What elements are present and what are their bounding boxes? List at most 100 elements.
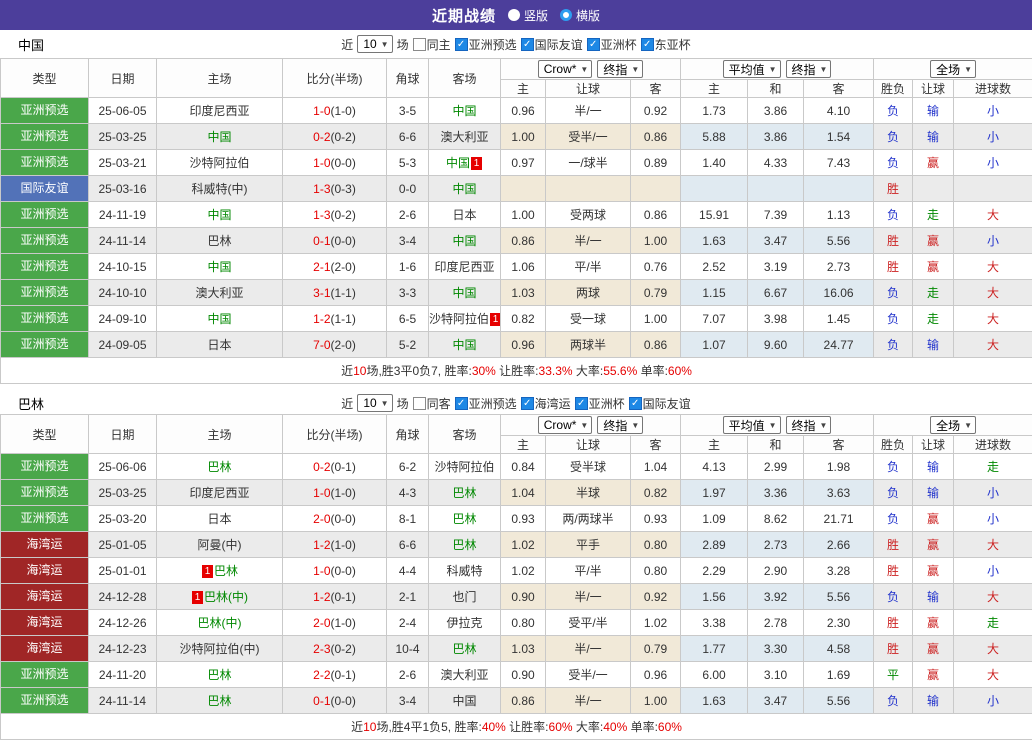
result-cell: 大 bbox=[954, 280, 1032, 306]
team-label: 澳大利亚 bbox=[440, 668, 488, 682]
result-cell: 输 bbox=[913, 584, 954, 610]
summary-segment: 单率: bbox=[637, 364, 668, 378]
summary-segment: 大率: bbox=[573, 364, 604, 378]
layout-option-horizontal[interactable]: 横版 bbox=[560, 7, 600, 24]
average-select[interactable]: 平均值▼ bbox=[723, 60, 781, 78]
competition-filter[interactable]: ✓ 亚洲杯 bbox=[587, 36, 637, 53]
result-text: 负 bbox=[887, 104, 899, 118]
corner-cell: 2-1 bbox=[387, 584, 429, 610]
average-select[interactable]: 平均值▼ bbox=[723, 416, 781, 434]
result-cell: 赢 bbox=[913, 254, 954, 280]
avg-final-select[interactable]: 终指▼ bbox=[786, 416, 832, 434]
match-row: 国际友谊25-03-16科威特(中)1-3(0-3)0-0中国胜 bbox=[1, 176, 1032, 202]
odds-cell: 0.79 bbox=[631, 280, 681, 306]
checkbox-checked-icon[interactable]: ✓ bbox=[641, 38, 654, 51]
recent-count-select[interactable]: 10▼ bbox=[357, 35, 392, 53]
avg-odds-cell: 3.10 bbox=[748, 662, 804, 688]
match-date-cell: 24-12-23 bbox=[89, 636, 157, 662]
odds-final-select[interactable]: 终指▼ bbox=[597, 416, 643, 434]
fulltime-score: 2-2 bbox=[313, 668, 330, 682]
games-label: 场 bbox=[397, 36, 409, 53]
competition-filter[interactable]: ✓ 亚洲杯 bbox=[575, 395, 625, 412]
col-avg-draw: 和 bbox=[748, 80, 804, 98]
match-type-cell: 亚洲预选 bbox=[1, 688, 89, 714]
fullmatch-select[interactable]: 全场▼ bbox=[930, 60, 976, 78]
corner-cell: 5-2 bbox=[387, 332, 429, 358]
away-team-cell: 伊拉克 bbox=[429, 610, 501, 636]
same-away-filter[interactable]: 同客 bbox=[413, 395, 451, 412]
competition-filter[interactable]: ✓ 国际友谊 bbox=[629, 395, 691, 412]
team-label: 澳大利亚 bbox=[195, 286, 243, 300]
checkbox-checked-icon[interactable]: ✓ bbox=[587, 38, 600, 51]
checkbox-checked-icon[interactable]: ✓ bbox=[455, 38, 468, 51]
competition-filter[interactable]: ✓ 东亚杯 bbox=[641, 36, 691, 53]
corner-cell: 2-6 bbox=[387, 662, 429, 688]
result-text: 平 bbox=[887, 668, 899, 682]
match-row: 海湾运24-12-26巴林(中)2-0(1-0)2-4伊拉克0.80受平/半1.… bbox=[1, 610, 1032, 636]
match-date-cell: 25-01-05 bbox=[89, 532, 157, 558]
odds-cell: 1.06 bbox=[501, 254, 546, 280]
col-result-wl: 胜负 bbox=[874, 80, 913, 98]
competition-filter[interactable]: ✓ 亚洲预选 bbox=[455, 395, 517, 412]
odds-provider-select[interactable]: Crow*▼ bbox=[538, 416, 593, 434]
summary-segment: 40% bbox=[603, 720, 627, 734]
competition-filter[interactable]: ✓ 国际友谊 bbox=[521, 36, 583, 53]
fulltime-score: 3-1 bbox=[313, 286, 330, 300]
halftime-score: (0-0) bbox=[331, 694, 356, 708]
result-text: 负 bbox=[887, 590, 899, 604]
odds-cell: 0.86 bbox=[631, 332, 681, 358]
avg-odds-cell: 4.10 bbox=[804, 98, 874, 124]
odds-final-select[interactable]: 终指▼ bbox=[597, 60, 643, 78]
recent-count-select[interactable]: 10▼ bbox=[357, 394, 392, 412]
odds-cell: 0.80 bbox=[631, 558, 681, 584]
match-row: 亚洲预选24-09-10中国1-2(1-1)6-5沙特阿拉伯10.82受一球1.… bbox=[1, 306, 1032, 332]
score-cell: 1-2(1-1) bbox=[283, 306, 387, 332]
competition-filter[interactable]: ✓ 亚洲预选 bbox=[455, 36, 517, 53]
checkbox-checked-icon[interactable]: ✓ bbox=[521, 397, 534, 410]
radio-unselected-icon[interactable] bbox=[508, 9, 520, 21]
odds-provider-value: Crow* bbox=[544, 62, 577, 76]
checkbox-unchecked-icon[interactable] bbox=[413, 397, 426, 410]
checkbox-unchecked-icon[interactable] bbox=[413, 38, 426, 51]
result-text: 胜 bbox=[887, 564, 899, 578]
result-cell: 胜 bbox=[874, 254, 913, 280]
avg-odds-cell: 8.62 bbox=[748, 506, 804, 532]
avg-odds-cell: 2.89 bbox=[681, 532, 748, 558]
summary-segment: 10 bbox=[353, 364, 366, 378]
layout-option-vertical[interactable]: 竖版 bbox=[508, 7, 548, 24]
match-date-cell: 24-11-20 bbox=[89, 662, 157, 688]
away-team-cell: 澳大利亚 bbox=[429, 662, 501, 688]
match-row: 亚洲预选24-10-15中国2-1(2-0)1-6印度尼西亚1.06平/半0.7… bbox=[1, 254, 1032, 280]
chevron-down-icon: ▼ bbox=[580, 421, 588, 430]
odds-cell: 受半球 bbox=[546, 454, 631, 480]
match-type-cell: 海湾运 bbox=[1, 532, 89, 558]
odds-provider-select[interactable]: Crow*▼ bbox=[538, 60, 593, 78]
result-cell: 胜 bbox=[874, 228, 913, 254]
avg-final-select[interactable]: 终指▼ bbox=[786, 60, 832, 78]
odds-cell: 0.90 bbox=[501, 662, 546, 688]
away-team-cell: 巴林 bbox=[429, 506, 501, 532]
odds-cell: 0.76 bbox=[631, 254, 681, 280]
checkbox-checked-icon[interactable]: ✓ bbox=[521, 38, 534, 51]
fulltime-score: 1-0 bbox=[313, 156, 330, 170]
competition-filter[interactable]: ✓ 海湾运 bbox=[521, 395, 571, 412]
score-cell: 1-0(1-0) bbox=[283, 480, 387, 506]
same-home-filter[interactable]: 同主 bbox=[413, 36, 451, 53]
result-text: 小 bbox=[987, 512, 999, 526]
checkbox-checked-icon[interactable]: ✓ bbox=[629, 397, 642, 410]
avg-odds-cell bbox=[681, 176, 748, 202]
result-cell: 胜 bbox=[874, 636, 913, 662]
result-text: 赢 bbox=[927, 512, 939, 526]
match-table-bahrain: 类型 日期 主场 比分(半场) 角球 客场 Crow*▼ 终指▼ 平均值▼ 终指… bbox=[0, 414, 1032, 740]
col-odds-handicap: 让球 bbox=[546, 80, 631, 98]
score-cell: 2-3(0-2) bbox=[283, 636, 387, 662]
checkbox-checked-icon[interactable]: ✓ bbox=[575, 397, 588, 410]
chevron-down-icon: ▼ bbox=[580, 65, 588, 74]
away-team-cell: 澳大利亚 bbox=[429, 124, 501, 150]
result-text: 负 bbox=[887, 286, 899, 300]
checkbox-checked-icon[interactable]: ✓ bbox=[455, 397, 468, 410]
fullmatch-select[interactable]: 全场▼ bbox=[930, 416, 976, 434]
col-corner: 角球 bbox=[387, 415, 429, 454]
radio-selected-icon[interactable] bbox=[560, 9, 572, 21]
avg-odds-cell: 5.56 bbox=[804, 688, 874, 714]
